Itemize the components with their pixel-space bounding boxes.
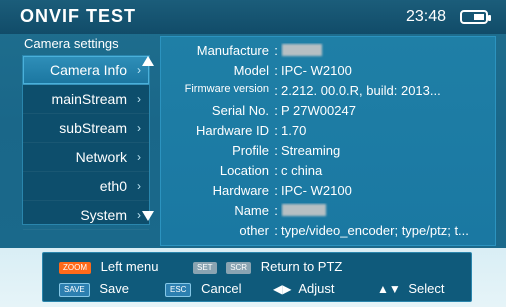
help-adjust-label: Adjust [298,281,335,296]
help-save-label: Save [99,281,130,296]
info-value [281,203,489,218]
info-separator: : [274,63,278,78]
info-separator: : [274,163,278,178]
menu-item-label: subStream [59,120,127,136]
info-separator: : [274,123,278,138]
battery-icon [460,10,491,24]
info-row-location: Location : c china [169,163,489,181]
info-key: Hardware ID [196,123,269,138]
info-row-profile: Profile : Streaming [169,143,489,161]
help-left-menu-label: Left menu [100,259,159,274]
onvif-test-screen: ONVIF TEST 23:48 Camera settings Camera … [0,0,506,307]
zoom-key-icon: ZOOM [59,261,91,274]
camera-settings-menu: Camera Info › mainStream › subStream › N… [22,55,150,230]
help-select: ▲▼ Select [377,279,445,299]
info-value: Streaming [281,143,341,158]
cancel-key-icon: ESC [165,282,192,297]
help-cancel-label: Cancel [201,281,242,296]
clock: 23:48 [405,8,446,25]
help-select-label: Select [408,281,445,296]
left-right-arrows-icon: ◀▶ [273,282,292,296]
info-row-manufacture: Manufacture : [169,43,489,61]
scr-key-icon: SCR [226,261,252,274]
chevron-right-icon: › [137,92,141,106]
info-separator: : [274,203,278,218]
info-key: Model [233,63,269,78]
camera-info-panel: Manufacture : Model : IPC- W2100 Firmwar… [160,36,496,246]
help-bar: ZOOM Left menu SET SCR Return to PTZ SAV… [0,248,506,307]
menu-item-label: Network [75,149,127,165]
menu-item-label: Camera Info [49,62,127,78]
help-adjust: ◀▶ Adjust [273,279,335,299]
info-separator: : [274,103,278,118]
chevron-right-icon: › [137,179,141,193]
menu-item-mainstream[interactable]: mainStream › [23,85,149,114]
up-down-arrows-icon: ▲▼ [377,282,401,296]
info-value: IPC- W2100 [281,63,352,78]
header-bar: ONVIF TEST 23:48 [0,0,506,34]
info-value: IPC- W2100 [281,183,352,198]
info-row-hardware: Hardware : IPC- W2100 [169,183,489,201]
info-row-name: Name : [169,203,489,221]
info-row-other: other : type/video_encoder; type/ptz; t.… [169,223,489,241]
scroll-up-icon[interactable] [142,56,154,66]
menu-item-network[interactable]: Network › [23,143,149,172]
info-separator: : [274,183,278,198]
info-separator: : [274,83,278,98]
info-separator: : [274,143,278,158]
help-return-to-ptz-label: Return to PTZ [260,259,343,274]
menu-item-label: mainStream [51,91,127,107]
chevron-right-icon: › [137,150,141,164]
info-value: type/video_encoder; type/ptz; t... [281,223,469,238]
info-key: Manufacture [196,43,269,58]
info-key: Hardware [212,183,269,198]
redacted-block [282,204,326,216]
help-left-menu: ZOOM Left menu [59,257,158,277]
help-return-to-ptz: SET SCR Return to PTZ [193,257,342,277]
menu-item-eth0[interactable]: eth0 › [23,172,149,201]
info-key: other [239,223,269,238]
chevron-right-icon: › [137,208,141,222]
menu-item-system[interactable]: System › [23,201,149,230]
set-key-icon: SET [193,261,217,274]
info-separator: : [274,223,278,238]
info-key: Serial No. [211,103,269,118]
menu-caption: Camera settings [24,36,119,51]
help-cancel: ESC Cancel [165,279,242,299]
info-value: P 27W00247 [281,103,356,118]
info-value: c china [281,163,323,178]
chevron-right-icon: › [137,121,141,135]
menu-item-label: System [80,207,127,223]
scroll-down-icon[interactable] [142,211,154,221]
key-help-panel: ZOOM Left menu SET SCR Return to PTZ SAV… [42,252,472,302]
info-separator: : [274,43,278,58]
menu-item-camera-info[interactable]: Camera Info › [23,56,149,85]
menu-item-label: eth0 [99,178,127,194]
info-row-hardware-id: Hardware ID : 1.70 [169,123,489,141]
menu-item-substream[interactable]: subStream › [23,114,149,143]
chevron-right-icon: › [137,63,141,77]
info-row-model: Model : IPC- W2100 [169,63,489,81]
info-key: Profile [232,143,269,158]
app-title: ONVIF TEST [20,6,137,26]
info-row-firmware-version: Firmware version : 2.212. 00.0.R, build:… [169,83,489,101]
info-row-serial-no: Serial No. : P 27W00247 [169,103,489,121]
redacted-block [282,44,322,56]
help-save: SAVE Save [59,279,129,299]
info-key: Location [219,163,269,178]
info-key: Firmware version [184,83,269,95]
info-value: 1.70 [281,123,307,138]
info-key: Name [234,203,269,218]
save-key-icon: SAVE [59,282,90,297]
info-value [281,43,489,58]
info-value: 2.212. 00.0.R, build: 2013... [281,83,441,98]
